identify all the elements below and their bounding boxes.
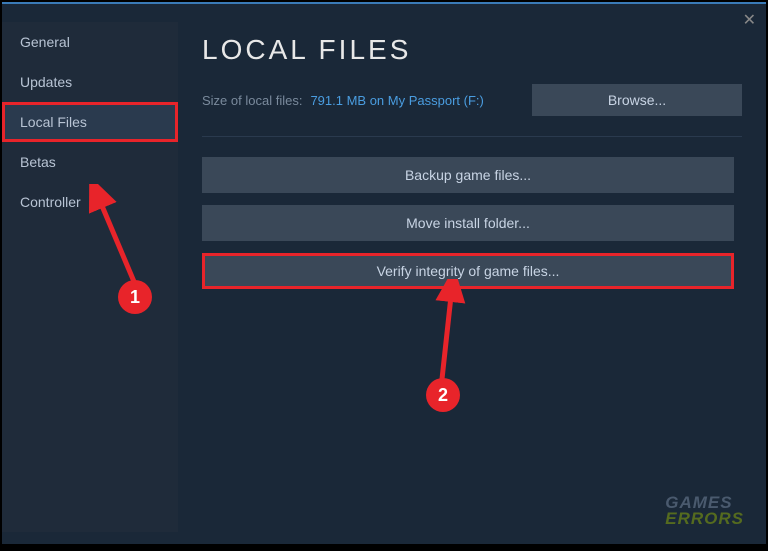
browse-button[interactable]: Browse... [532, 84, 742, 116]
sidebar: General Updates Local Files Betas Contro… [2, 22, 178, 532]
size-label: Size of local files: [202, 93, 302, 108]
sidebar-item-updates[interactable]: Updates [2, 62, 178, 102]
watermark: GAMES ERRORS [665, 495, 744, 526]
size-value: 791.1 MB on My Passport (F:) [310, 93, 483, 108]
sidebar-item-betas[interactable]: Betas [2, 142, 178, 182]
annotation-badge-2: 2 [426, 378, 460, 412]
size-row: Size of local files: 791.1 MB on My Pass… [202, 84, 742, 116]
watermark-line2: ERRORS [665, 511, 744, 526]
page-title: LOCAL FILES [202, 34, 742, 66]
close-icon[interactable]: ✕ [743, 10, 756, 30]
content-area: LOCAL FILES Size of local files: 791.1 M… [202, 34, 742, 301]
sidebar-item-general[interactable]: General [2, 22, 178, 62]
backup-button[interactable]: Backup game files... [202, 157, 734, 193]
divider [202, 136, 742, 137]
verify-button[interactable]: Verify integrity of game files... [202, 253, 734, 289]
properties-window: ✕ General Updates Local Files Betas Cont… [2, 2, 766, 544]
move-button[interactable]: Move install folder... [202, 205, 734, 241]
sidebar-item-controller[interactable]: Controller [2, 182, 178, 222]
sidebar-item-local-files[interactable]: Local Files [2, 102, 178, 142]
